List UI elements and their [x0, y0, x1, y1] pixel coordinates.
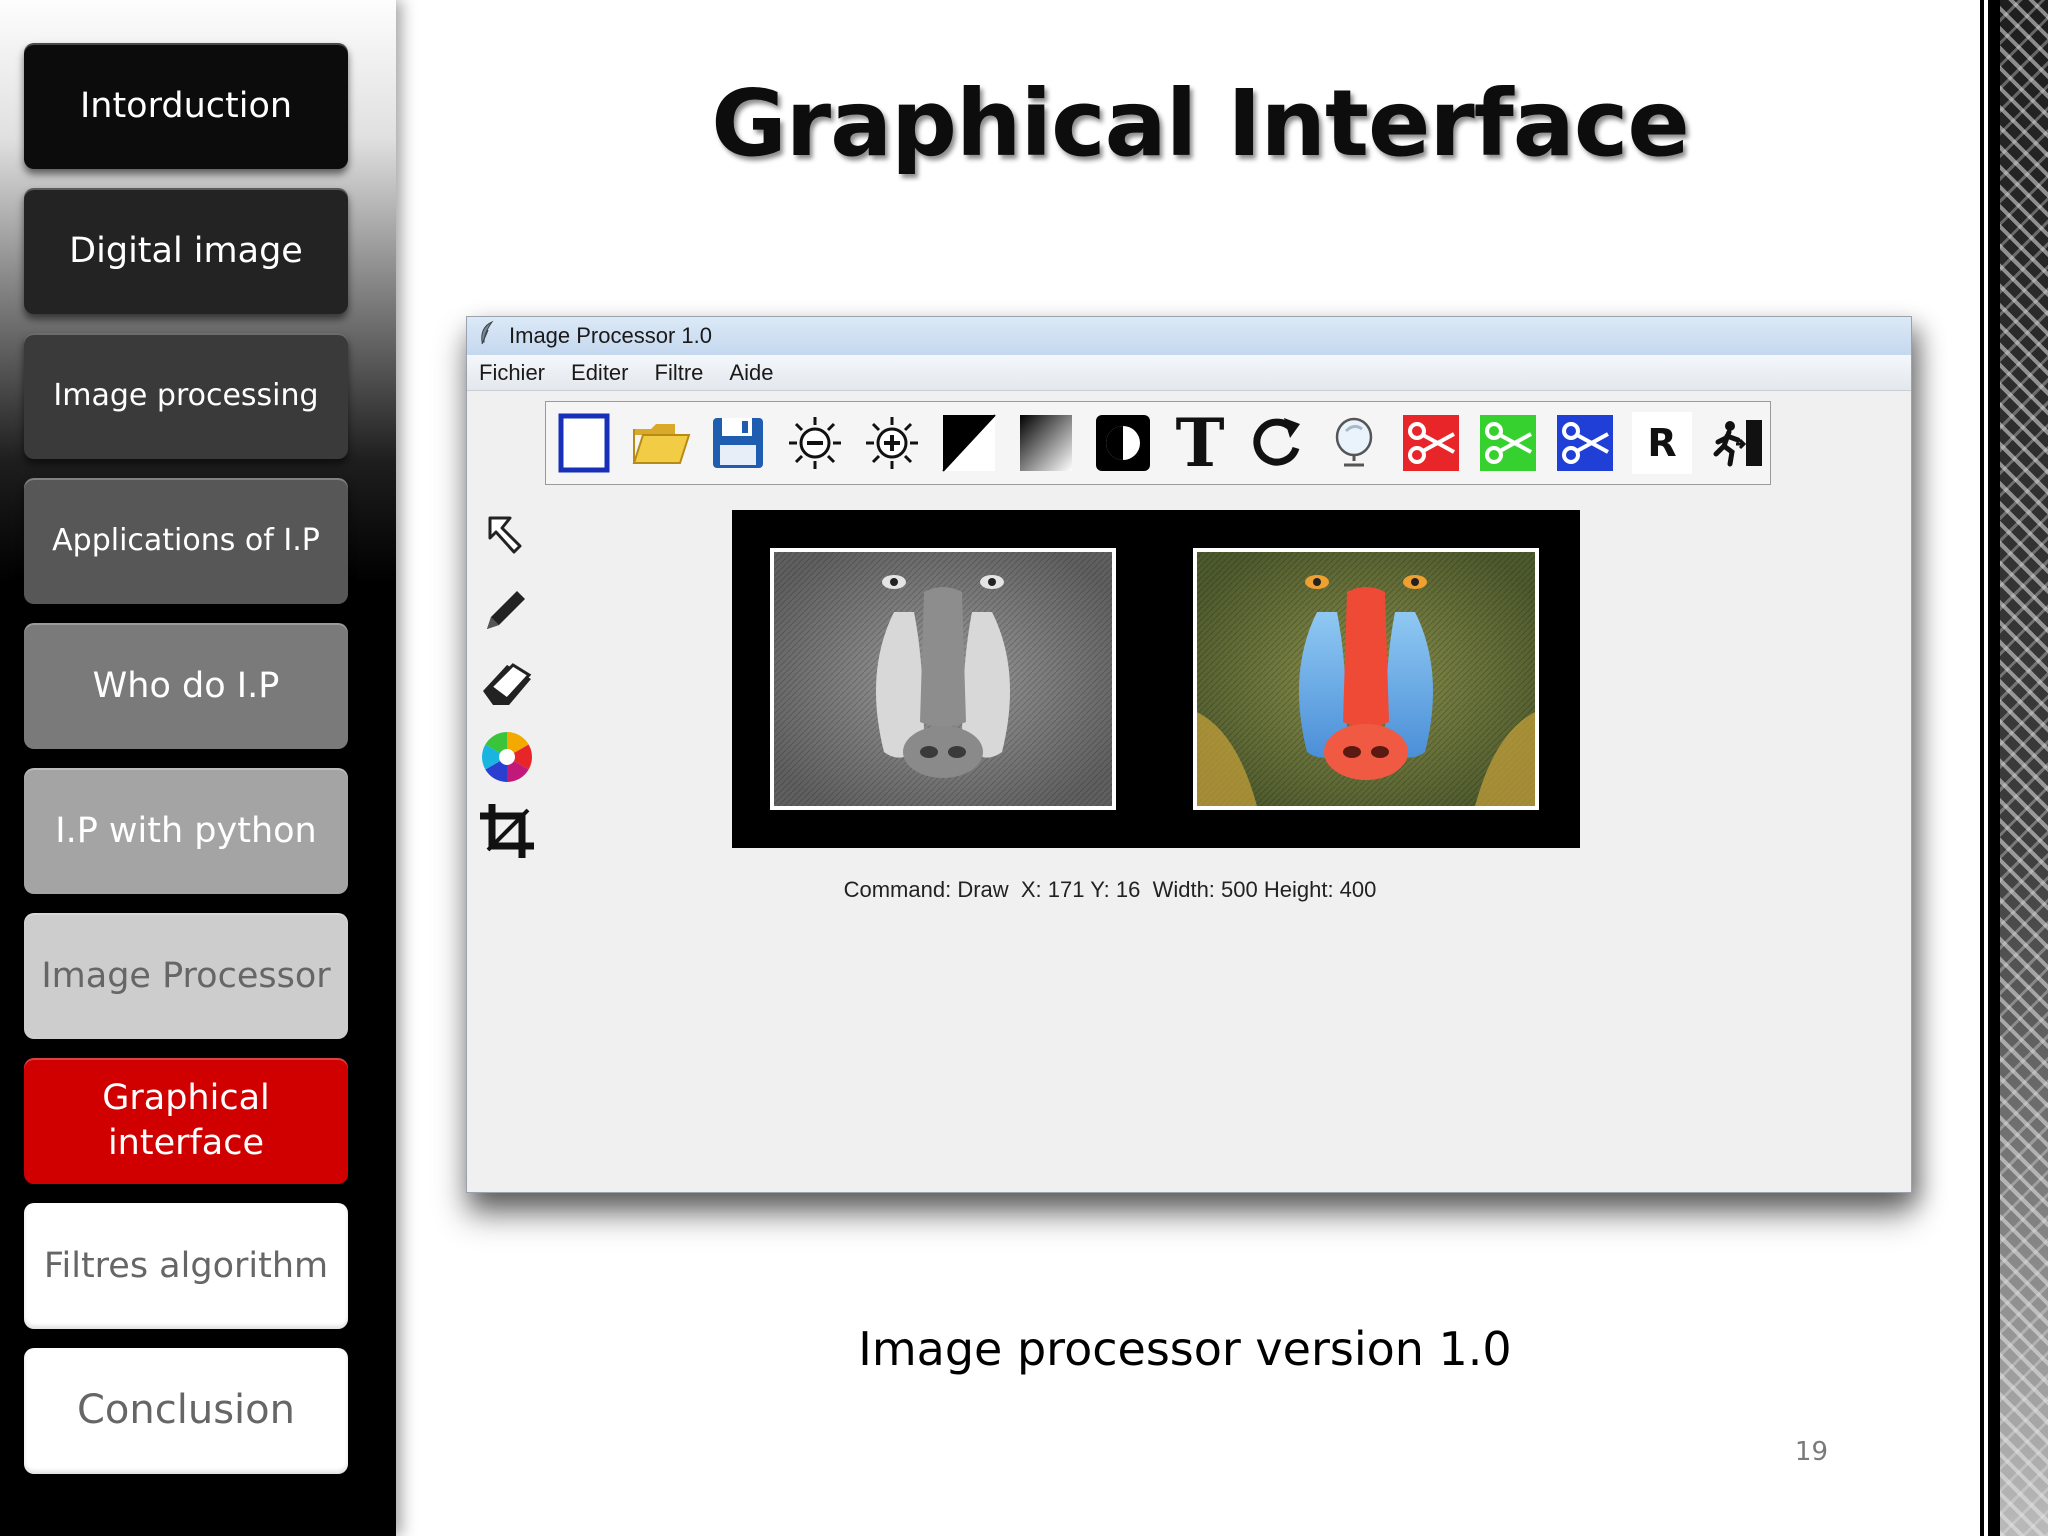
text-tool-label: T — [1175, 404, 1225, 482]
nav-item-label: Digital image — [69, 230, 303, 271]
nav-item-graphical-interface[interactable]: Graphical interface — [24, 1058, 348, 1184]
slide-title: Graphical Interface — [711, 70, 1690, 177]
nav-item-conclusion[interactable]: Conclusion — [24, 1348, 348, 1474]
green-channel-cut-icon[interactable] — [1478, 412, 1538, 474]
reset-icon[interactable]: R — [1632, 412, 1692, 474]
nav-item-image-processor[interactable]: Image Processor — [24, 913, 348, 1039]
nav-item-label: Filtres algorithm — [43, 1245, 329, 1286]
menu-fichier[interactable]: Fichier — [479, 360, 545, 386]
exit-icon[interactable] — [1709, 412, 1769, 474]
slide-caption: Image processor version 1.0 — [858, 1322, 1512, 1376]
side-toolbar — [475, 507, 539, 859]
menu-aide[interactable]: Aide — [729, 360, 773, 386]
brightness-up-icon[interactable] — [862, 412, 922, 474]
eraser-icon[interactable] — [478, 655, 536, 711]
menu-filtre[interactable]: Filtre — [655, 360, 704, 386]
nav-item-filtres-algorithm[interactable]: Filtres algorithm — [24, 1203, 348, 1329]
text-icon[interactable]: T — [1170, 404, 1230, 482]
feather-icon — [477, 320, 497, 352]
red-channel-cut-icon[interactable] — [1401, 412, 1461, 474]
edge-line — [1984, 0, 1988, 1536]
mirror-icon[interactable] — [1324, 412, 1384, 474]
grayscale-mandrill-image — [774, 552, 1112, 806]
decorative-edge — [1980, 0, 2048, 1536]
window-titlebar: Image Processor 1.0 — [467, 317, 1911, 355]
status-bar: Command: Draw X: 171 Y: 16 Width: 500 He… — [843, 877, 1377, 902]
color-image-frame — [1193, 548, 1539, 810]
nav-item-introduction[interactable]: Intorduction — [24, 43, 348, 169]
nav-item-image-processing[interactable]: Image processing — [24, 333, 348, 459]
brightness-down-icon[interactable] — [785, 412, 845, 474]
save-icon[interactable] — [708, 412, 768, 474]
open-folder-icon[interactable] — [631, 412, 691, 474]
blue-channel-cut-icon[interactable] — [1555, 412, 1615, 474]
nav-item-label: Image Processor — [41, 955, 331, 996]
nav-item-label: Conclusion — [77, 1387, 295, 1434]
contrast-icon[interactable] — [1093, 412, 1153, 474]
nav-item-digital-image[interactable]: Digital image — [24, 188, 348, 314]
reset-label: R — [1647, 421, 1677, 465]
color-mandrill-image — [1197, 552, 1535, 806]
page-number: 19 — [1794, 1437, 1828, 1467]
rotate-icon[interactable] — [1247, 412, 1307, 474]
threshold-icon[interactable] — [939, 412, 999, 474]
new-file-icon[interactable] — [554, 412, 614, 474]
nav-item-label: I.P with python — [55, 810, 317, 851]
edge-pattern — [2000, 0, 2048, 1536]
nav-item-who-do-ip[interactable]: Who do I.P — [24, 623, 348, 749]
menu-editer[interactable]: Editer — [571, 360, 628, 386]
pointer-icon[interactable] — [478, 507, 536, 563]
menu-bar: Fichier Editer Filtre Aide — [467, 355, 1911, 391]
gradient-icon[interactable] — [1016, 412, 1076, 474]
nav-item-label: Graphical interface — [102, 1078, 270, 1163]
nav-item-applications[interactable]: Applications of I.P — [24, 478, 348, 604]
color-wheel-icon[interactable] — [478, 729, 536, 785]
crop-icon[interactable] — [478, 803, 536, 859]
section-navigation: Intorduction Digital image Image process… — [0, 0, 396, 1536]
pencil-icon[interactable] — [478, 581, 536, 637]
grayscale-image-frame — [770, 548, 1116, 810]
nav-item-label: Applications of I.P — [52, 522, 320, 558]
nav-item-label: Intorduction — [79, 85, 293, 126]
app-window-screenshot: Image Processor 1.0 Fichier Editer Filtr… — [466, 316, 1912, 1193]
nav-item-label: Image processing — [53, 377, 319, 413]
nav-item-ip-with-python[interactable]: I.P with python — [24, 768, 348, 894]
image-canvas[interactable] — [732, 510, 1580, 848]
nav-item-label: Who do I.P — [92, 665, 280, 706]
window-title: Image Processor 1.0 — [509, 323, 712, 348]
toolbar: T R — [545, 401, 1771, 485]
